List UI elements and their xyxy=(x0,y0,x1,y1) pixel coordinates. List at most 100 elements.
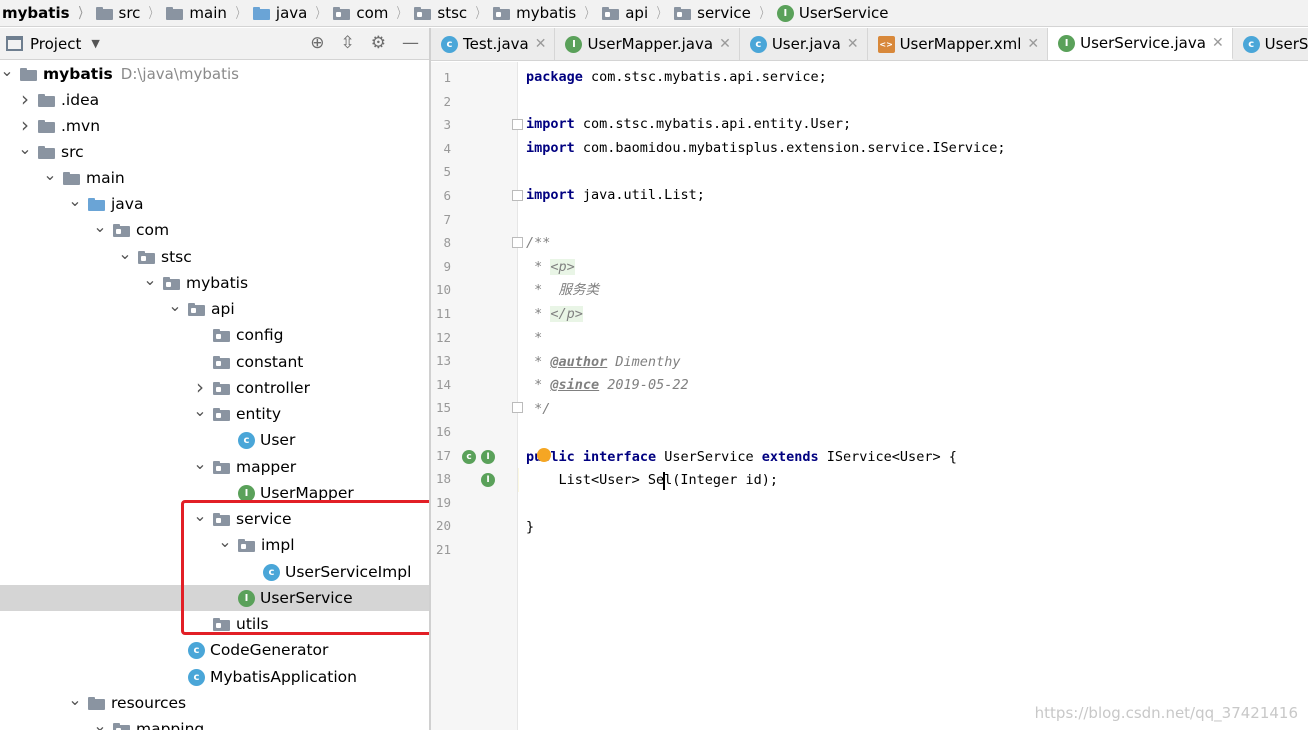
tree-node[interactable]: › controller xyxy=(0,375,429,401)
tree-node[interactable]: › .mvn xyxy=(0,113,429,139)
fold-marker-icon[interactable] xyxy=(512,190,523,201)
interface-icon: I xyxy=(776,4,794,22)
line-number: 18 xyxy=(435,471,451,487)
implemented-gutter-icon[interactable]: I xyxy=(481,450,495,464)
locate-icon[interactable]: ⊕ xyxy=(310,33,324,53)
fold-marker-icon[interactable] xyxy=(512,119,523,130)
breadcrumb-label: stsc xyxy=(437,4,468,22)
gear-icon[interactable]: ⚙ xyxy=(371,33,386,53)
code-line-1: package com.stsc.mybatis.api.service; xyxy=(526,69,827,85)
chevron-down-icon: ▼ xyxy=(91,37,100,50)
chevron-down-icon[interactable]: ⌄ xyxy=(93,716,107,730)
tree-node[interactable]: ⌄ main xyxy=(0,165,429,191)
breadcrumb-item[interactable]: mybatis 〉 xyxy=(2,3,96,23)
editor-tab[interactable]: I UserMapper.java ✕ xyxy=(555,28,740,60)
tree-node-label: mybatis xyxy=(43,65,113,83)
fold-marker-icon[interactable] xyxy=(512,402,523,413)
breadcrumb-item[interactable]: main 〉 xyxy=(166,3,252,23)
breadcrumb: mybatis 〉 src 〉 main 〉 java 〉 com 〉 stsc 〉 mybatis 〉 a… xyxy=(0,0,1308,27)
breadcrumb-item[interactable]: I UserService xyxy=(776,4,889,22)
tree-node[interactable]: ⌄ mybatis D:\java\mybatis xyxy=(0,61,429,87)
tree-node[interactable]: c MybatisApplication xyxy=(0,664,429,690)
folder-icon xyxy=(88,197,105,211)
code-line-3: import com.stsc.mybatis.api.entity.User; xyxy=(526,116,852,132)
line-number: 1 xyxy=(443,70,451,85)
code-area[interactable]: package com.stsc.mybatis.api.service; im… xyxy=(519,62,1308,730)
tree-node[interactable]: ⌄ stsc xyxy=(0,244,429,270)
close-icon[interactable]: ✕ xyxy=(535,36,547,52)
breadcrumb-item[interactable]: service 〉 xyxy=(674,3,777,23)
project-view-selector[interactable]: Project ▼ xyxy=(6,35,100,53)
tree-node[interactable]: ⌄ src xyxy=(0,139,429,165)
tree-node[interactable]: config xyxy=(0,322,429,348)
tree-node[interactable]: ⌄ resources xyxy=(0,690,429,716)
line-number: 17 xyxy=(435,447,451,463)
package-icon xyxy=(213,355,230,369)
chevron-down-icon[interactable]: ⌄ xyxy=(0,61,14,80)
tree-node[interactable]: › .idea xyxy=(0,87,429,113)
chevron-down-icon[interactable]: ⌄ xyxy=(193,401,207,420)
editor-tab[interactable]: <> UserMapper.xml ✕ xyxy=(867,28,1049,60)
tree-node[interactable]: constant xyxy=(0,349,429,375)
close-icon[interactable]: ✕ xyxy=(719,36,731,52)
line-number: 5 xyxy=(443,164,451,180)
editor-tab[interactable]: cUserSer xyxy=(1232,28,1308,60)
chevron-right-icon[interactable]: › xyxy=(18,113,32,137)
breadcrumb-item[interactable]: src 〉 xyxy=(95,3,167,23)
close-icon[interactable]: ✕ xyxy=(1027,36,1039,52)
chevron-down-icon[interactable]: ⌄ xyxy=(168,296,182,315)
folder-icon xyxy=(63,171,80,185)
spring-bean-gutter-icon[interactable]: c xyxy=(462,450,476,464)
collapse-all-icon[interactable]: ⇳ xyxy=(341,33,355,53)
chevron-down-icon[interactable]: ⌄ xyxy=(118,244,132,263)
class-icon: c xyxy=(441,35,458,53)
implemented-method-gutter-icon[interactable]: I xyxy=(481,473,495,487)
breadcrumb-item[interactable]: com 〉 xyxy=(333,3,414,23)
package-icon xyxy=(188,302,205,316)
tree-node[interactable]: c CodeGenerator xyxy=(0,637,429,663)
chevron-down-icon[interactable]: ⌄ xyxy=(193,454,207,473)
chevron-right-icon[interactable]: › xyxy=(193,375,207,399)
breadcrumb-item[interactable]: java 〉 xyxy=(252,3,333,23)
editor-gutter: 1 2 3 4 5 6 7 8 9 10 11 12 13 14 15 16 17 18 19 20 21 xyxy=(431,62,518,730)
editor-tab[interactable]: c User.java ✕ xyxy=(739,28,868,60)
chevron-down-icon[interactable]: ⌄ xyxy=(68,690,82,709)
tree-node[interactable]: ⌄ com xyxy=(0,217,429,243)
folder-icon xyxy=(20,67,37,81)
chevron-right-icon[interactable]: › xyxy=(18,87,32,111)
tree-node[interactable]: c User xyxy=(0,427,429,453)
code-line-17: public interface UserService extends ISe… xyxy=(526,449,957,465)
tree-node-label: mybatis xyxy=(186,274,249,292)
chevron-down-icon[interactable]: ⌄ xyxy=(18,139,32,158)
tree-node[interactable]: ⌄ mapping xyxy=(0,716,429,730)
fold-marker-icon[interactable] xyxy=(512,237,523,248)
breadcrumb-item[interactable]: stsc 〉 xyxy=(414,3,493,23)
breadcrumb-separator-icon: 〉 xyxy=(759,6,769,22)
editor-tab[interactable]: c Test.java ✕ xyxy=(431,28,556,60)
tree-node[interactable]: ⌄ api xyxy=(0,296,429,322)
lightbulb-icon[interactable] xyxy=(537,448,551,462)
spring-application-icon: c xyxy=(188,668,205,686)
tree-node[interactable]: ⌄ java xyxy=(0,191,429,217)
hide-icon[interactable]: — xyxy=(402,33,419,53)
tree-node[interactable]: ⌄ mapper xyxy=(0,454,429,480)
code-line-14: * @since 2019-05-22 xyxy=(526,377,689,393)
line-number: 19 xyxy=(435,494,451,510)
code-line-9: * <p> xyxy=(526,259,575,275)
close-icon[interactable]: ✕ xyxy=(1212,35,1224,51)
chevron-down-icon[interactable]: ⌄ xyxy=(143,270,157,289)
interface-icon: I xyxy=(565,35,583,53)
breadcrumb-separator-icon: 〉 xyxy=(316,6,325,22)
tree-node[interactable]: ⌄ entity xyxy=(0,401,429,427)
close-icon[interactable]: ✕ xyxy=(847,36,859,52)
chevron-down-icon[interactable]: ⌄ xyxy=(43,165,57,184)
editor-tab[interactable]: I UserService.java ✕ xyxy=(1048,28,1233,60)
chevron-down-icon[interactable]: ⌄ xyxy=(68,191,82,210)
code-line-8: /** xyxy=(526,235,551,251)
breadcrumb-item[interactable]: mybatis 〉 xyxy=(493,3,602,23)
chevron-down-icon[interactable]: ⌄ xyxy=(93,217,107,236)
interface-icon: I xyxy=(238,484,255,502)
breadcrumb-item[interactable]: api 〉 xyxy=(602,3,674,23)
code-line-6: import java.util.List; xyxy=(526,187,705,203)
tree-node[interactable]: ⌄ mybatis xyxy=(0,270,429,296)
